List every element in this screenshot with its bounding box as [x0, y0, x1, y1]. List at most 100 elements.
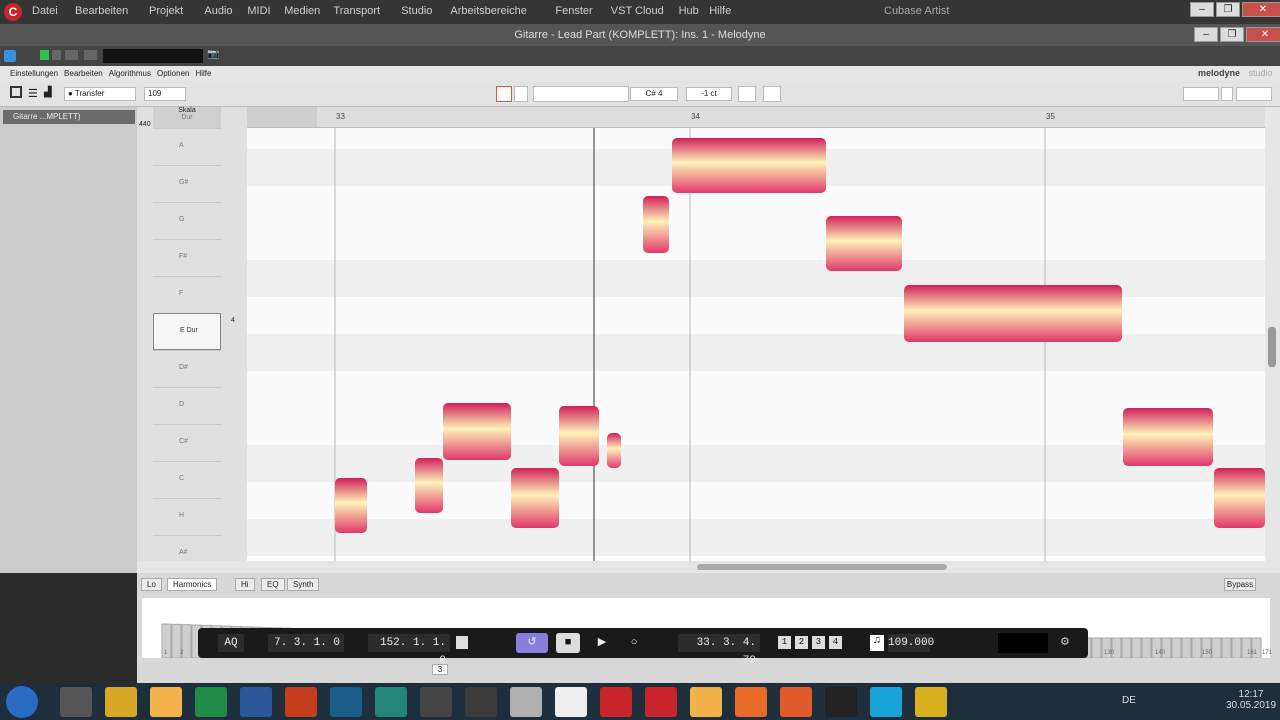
bars-icon[interactable]: ▟	[44, 87, 52, 98]
clock[interactable]: 12:17 30.05.2019	[1226, 689, 1276, 711]
pitch-key[interactable]: F#	[153, 239, 221, 276]
transfer-button[interactable]: ● Transfer	[64, 87, 136, 101]
menu-item[interactable]: Arbeitsbereiche	[450, 5, 526, 17]
harmonic-bar[interactable]	[181, 624, 192, 659]
harmonic-bar[interactable]	[1141, 637, 1152, 659]
harmonic-bar[interactable]	[1211, 637, 1222, 659]
macro-icon[interactable]	[514, 86, 528, 102]
layout-icon[interactable]	[10, 86, 22, 98]
note-blob[interactable]	[415, 458, 443, 513]
menu-item[interactable]: Medien	[284, 5, 320, 17]
note-blob[interactable]	[559, 406, 599, 466]
sound-tab[interactable]: Lo	[141, 578, 162, 591]
bypass-button[interactable]: Bypass	[1224, 578, 1256, 591]
note-canvas[interactable]	[247, 128, 1265, 561]
edit-tools[interactable]	[533, 86, 629, 102]
menu-item[interactable]: Datei	[32, 5, 58, 17]
note-blob[interactable]	[904, 285, 1122, 342]
note-blob[interactable]	[335, 478, 367, 533]
taskbar-app-icon[interactable]	[915, 687, 947, 717]
taskbar-app-icon[interactable]	[555, 687, 587, 717]
taskbar-app-icon[interactable]	[600, 687, 632, 717]
write-icon[interactable]	[52, 50, 61, 60]
preset-field[interactable]	[103, 49, 203, 63]
sound-tab[interactable]: Hi	[235, 578, 255, 591]
transport-settings-icon[interactable]: ⚙	[1060, 635, 1070, 649]
note-blob[interactable]	[643, 196, 669, 253]
note-blob[interactable]	[1214, 468, 1265, 528]
melodyne-menu-item[interactable]: Bearbeiten	[64, 69, 103, 78]
melodyne-menu-item[interactable]: Einstellungen	[10, 69, 58, 78]
right-locator[interactable]: 152. 1. 1. 0	[368, 634, 450, 667]
taskbar-app-icon[interactable]	[510, 687, 542, 717]
pitch-key[interactable]: C#	[153, 424, 221, 461]
taskbar-app-icon[interactable]	[195, 687, 227, 717]
mixer-icon[interactable]: ☰	[28, 87, 38, 100]
horizontal-scrollbar[interactable]	[137, 561, 1265, 573]
taskbar-app-icon[interactable]	[780, 687, 812, 717]
note-blob[interactable]	[1123, 408, 1213, 466]
melodyne-menu-item[interactable]: Algorithmus	[109, 69, 151, 78]
scale-snap-icon[interactable]	[738, 86, 756, 102]
pitch-key[interactable]: C	[153, 461, 221, 498]
left-locator[interactable]: 7. 3. 1. 0	[268, 634, 344, 652]
menu-item[interactable]: MIDI	[247, 5, 270, 17]
menu-item[interactable]: Studio	[401, 5, 432, 17]
minimize-button[interactable]: –	[1190, 2, 1214, 17]
note-blob[interactable]	[443, 403, 511, 460]
harmonic-bar[interactable]	[1231, 637, 1242, 659]
metronome-icon[interactable]: ♫	[870, 635, 884, 651]
pitch-tool-icon[interactable]	[496, 86, 512, 102]
bar-ruler[interactable]: 33 34 35	[247, 107, 1265, 128]
marker-button[interactable]: 1	[778, 636, 791, 649]
taskbar-app-icon[interactable]	[735, 687, 767, 717]
read-icon[interactable]	[40, 50, 49, 60]
view-toggle[interactable]	[1183, 87, 1219, 101]
vertical-scrollbar[interactable]	[1265, 107, 1280, 573]
zoom-icon[interactable]	[1221, 87, 1233, 101]
sound-tab[interactable]: Synth	[287, 578, 320, 591]
menu-item[interactable]: Transport	[333, 5, 380, 17]
pitch-note-field[interactable]: C# 4	[630, 87, 678, 101]
taskbar-app-icon[interactable]	[825, 687, 857, 717]
taskbar-app-icon[interactable]	[150, 687, 182, 717]
menu-item[interactable]: VST Cloud	[611, 5, 664, 17]
pitch-key[interactable]: D	[153, 387, 221, 424]
grid-icon[interactable]	[763, 86, 781, 102]
close-button[interactable]: ✕	[1242, 2, 1280, 17]
menu-item[interactable]: Bearbeiten	[75, 5, 128, 17]
taskbar-app-icon[interactable]	[870, 687, 902, 717]
pitch-key[interactable]: E Dur	[153, 313, 221, 350]
menu-item[interactable]: Hilfe	[709, 5, 731, 17]
harmonic-bar[interactable]	[1191, 637, 1202, 659]
taskbar-app-icon[interactable]	[60, 687, 92, 717]
lock-icon[interactable]	[456, 636, 468, 649]
cycle-button[interactable]: ↺	[516, 633, 548, 653]
taskbar-app-icon[interactable]	[330, 687, 362, 717]
taskbar-app-icon[interactable]	[465, 687, 497, 717]
pitch-key[interactable]: D#	[153, 350, 221, 387]
taskbar-app-icon[interactable]	[285, 687, 317, 717]
scroll-thumb[interactable]	[1268, 327, 1276, 367]
note-editor[interactable]	[247, 128, 1265, 561]
maximize-button[interactable]: ❐	[1216, 2, 1240, 17]
taskbar-app-icon[interactable]	[105, 687, 137, 717]
taskbar-app-icon[interactable]	[645, 687, 677, 717]
pitch-key[interactable]: G	[153, 202, 221, 239]
note-blob[interactable]	[672, 138, 826, 193]
harmonic-bar[interactable]	[1181, 637, 1192, 659]
marker-button[interactable]: 3	[812, 636, 825, 649]
position-display[interactable]: 33. 3. 4. 79	[678, 634, 760, 667]
compare-icon[interactable]	[65, 50, 78, 60]
pitch-key[interactable]: F	[153, 276, 221, 313]
harmonic-bar[interactable]	[1131, 637, 1142, 659]
view-options[interactable]	[1236, 87, 1272, 101]
track-item[interactable]: Gitarre ...MPLETT)	[3, 110, 135, 124]
marker-button[interactable]: 4	[829, 636, 842, 649]
plugin-minimize-button[interactable]: –	[1194, 27, 1218, 42]
menu-item[interactable]: Projekt	[149, 5, 183, 17]
menu-item[interactable]: Audio	[204, 5, 232, 17]
melodyne-menu-item[interactable]: Optionen	[157, 69, 189, 78]
pitch-key[interactable]: G#	[153, 165, 221, 202]
stop-button[interactable]: ■	[556, 633, 580, 653]
